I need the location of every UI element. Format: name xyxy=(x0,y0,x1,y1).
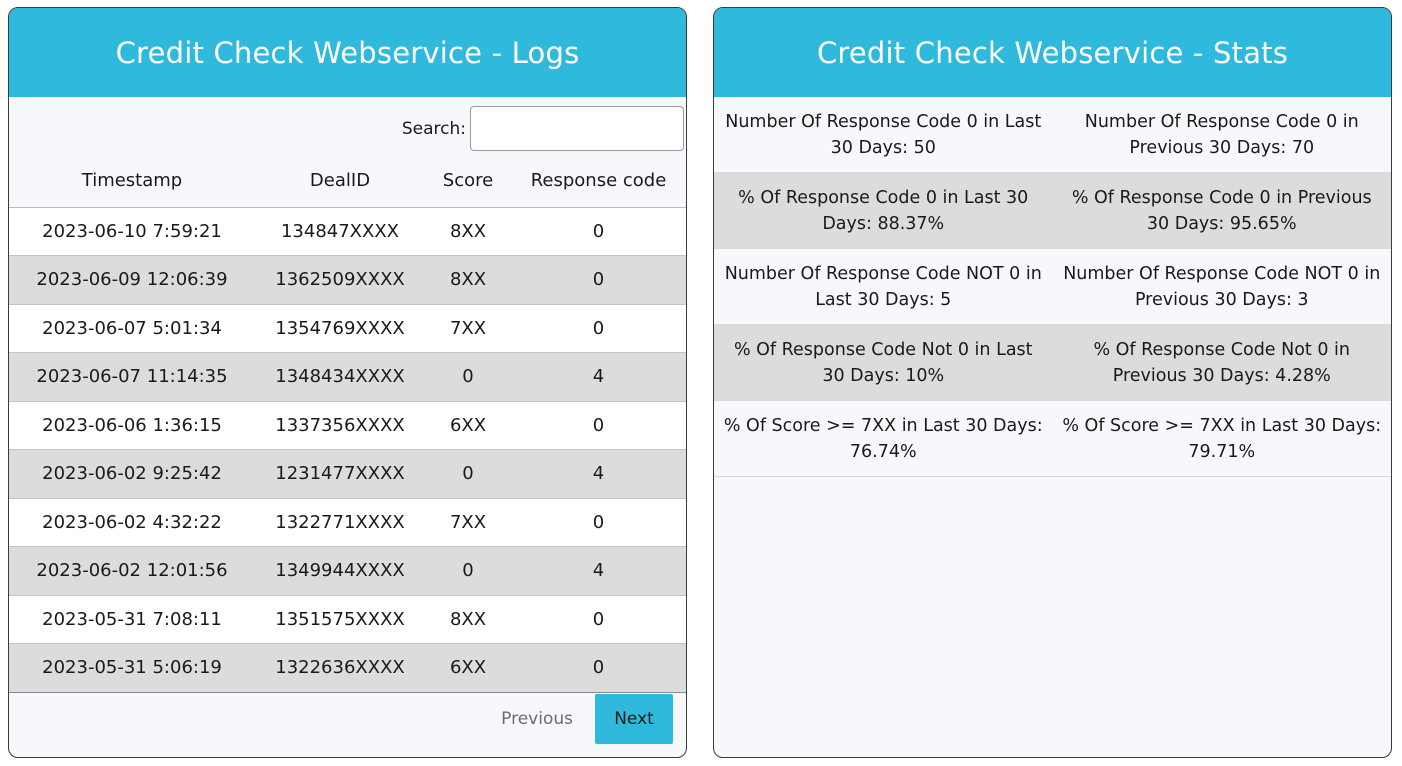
logs-table: Timestamp DealID Score Response code 202… xyxy=(9,159,686,693)
cell-score: 7XX xyxy=(425,304,511,353)
cell-score: 6XX xyxy=(425,643,511,693)
cell-dealid: 1362509XXXX xyxy=(255,255,425,305)
stat-pct-score-7xx-last-30-b: % Of Score >= 7XX in Last 30 Days: 79.71… xyxy=(1062,416,1382,462)
cell-score: 8XX xyxy=(425,595,511,644)
cell-timestamp: 2023-06-10 7:59:21 xyxy=(9,207,255,256)
cell-response-code: 0 xyxy=(511,643,686,693)
cell-response-code: 0 xyxy=(511,401,686,450)
previous-button[interactable]: Previous xyxy=(501,709,573,729)
stat-pct-score-7xx-last-30: % Of Score >= 7XX in Last 30 Days: 76.74… xyxy=(723,416,1043,462)
stats-row: Number Of Response Code NOT 0 in Last 30… xyxy=(714,249,1391,325)
cell-dealid: 1348434XXXX xyxy=(255,352,425,402)
cell-score: 6XX xyxy=(425,401,511,450)
table-row: 2023-06-07 5:01:34 1354769XXXX 7XX 0 xyxy=(9,304,686,353)
cell-response-code: 0 xyxy=(511,595,686,644)
cell-score: 0 xyxy=(425,449,511,499)
cell-score: 7XX xyxy=(425,498,511,547)
table-row: 2023-06-07 11:14:35 1348434XXXX 0 4 xyxy=(9,352,686,402)
cell-timestamp: 2023-06-02 4:32:22 xyxy=(9,498,255,547)
stat-pct-rc-not0-previous-30: % Of Response Code Not 0 in Previous 30 … xyxy=(1093,340,1351,386)
stat-pct-rc0-previous-30: % Of Response Code 0 in Previous 30 Days… xyxy=(1071,188,1372,234)
stats-row: % Of Response Code Not 0 in Last 30 Days… xyxy=(714,325,1391,401)
table-row: 2023-05-31 5:06:19 1322636XXXX 6XX 0 xyxy=(9,643,686,693)
logs-title: Credit Check Webservice - Logs xyxy=(9,8,686,97)
search-input[interactable] xyxy=(470,106,684,151)
cell-timestamp: 2023-06-07 11:14:35 xyxy=(9,352,255,402)
cell-dealid: 1349944XXXX xyxy=(255,546,425,596)
column-header-score[interactable]: Score xyxy=(425,159,511,208)
cell-response-code: 0 xyxy=(511,304,686,353)
stat-rc0-last-30: Number Of Response Code 0 in Last 30 Day… xyxy=(725,112,1042,158)
column-header-timestamp[interactable]: Timestamp xyxy=(9,159,255,208)
cell-dealid: 1351575XXXX xyxy=(255,595,425,644)
cell-score: 8XX xyxy=(425,255,511,305)
column-header-response-code[interactable]: Response code xyxy=(511,159,686,208)
stats-grid: Number Of Response Code 0 in Last 30 Day… xyxy=(714,97,1391,477)
stats-title: Credit Check Webservice - Stats xyxy=(714,8,1391,97)
cell-timestamp: 2023-05-31 7:08:11 xyxy=(9,595,255,644)
logs-panel: Credit Check Webservice - Logs Search: T… xyxy=(8,7,687,758)
cell-dealid: 1322636XXXX xyxy=(255,643,425,693)
pagination: Previous Next xyxy=(501,694,673,744)
table-row: 2023-06-06 1:36:15 1337356XXXX 6XX 0 xyxy=(9,401,686,450)
cell-response-code: 0 xyxy=(511,255,686,305)
cell-score: 8XX xyxy=(425,207,511,256)
cell-timestamp: 2023-05-31 5:06:19 xyxy=(9,643,255,693)
table-row: 2023-06-02 4:32:22 1322771XXXX 7XX 0 xyxy=(9,498,686,547)
cell-dealid: 1231477XXXX xyxy=(255,449,425,499)
stat-pct-rc-not0-last-30: % Of Response Code Not 0 in Last 30 Days… xyxy=(733,340,1033,386)
stat-rc0-previous-30: Number Of Response Code 0 in Previous 30… xyxy=(1084,112,1359,158)
table-row: 2023-06-09 12:06:39 1362509XXXX 8XX 0 xyxy=(9,255,686,305)
cell-response-code: 0 xyxy=(511,207,686,256)
stat-rc-not0-last-30: Number Of Response Code NOT 0 in Last 30… xyxy=(724,264,1042,310)
cell-dealid: 134847XXXX xyxy=(255,207,425,256)
table-header-row: Timestamp DealID Score Response code xyxy=(9,159,686,208)
cell-timestamp: 2023-06-06 1:36:15 xyxy=(9,401,255,450)
cell-timestamp: 2023-06-02 12:01:56 xyxy=(9,546,255,596)
table-row: 2023-05-31 7:08:11 1351575XXXX 8XX 0 xyxy=(9,595,686,644)
table-row: 2023-06-10 7:59:21 134847XXXX 8XX 0 xyxy=(9,207,686,256)
stats-row: % Of Score >= 7XX in Last 30 Days: 76.74… xyxy=(714,401,1391,477)
table-row: 2023-06-02 12:01:56 1349944XXXX 0 4 xyxy=(9,546,686,596)
column-header-dealid[interactable]: DealID xyxy=(255,159,425,208)
stats-panel: Credit Check Webservice - Stats Number O… xyxy=(713,7,1392,758)
cell-response-code: 4 xyxy=(511,352,686,402)
cell-timestamp: 2023-06-02 9:25:42 xyxy=(9,449,255,499)
cell-timestamp: 2023-06-09 12:06:39 xyxy=(9,255,255,305)
stats-row: % Of Response Code 0 in Last 30 Days: 88… xyxy=(714,173,1391,249)
next-button[interactable]: Next xyxy=(595,694,673,744)
cell-response-code: 4 xyxy=(511,449,686,499)
cell-dealid: 1354769XXXX xyxy=(255,304,425,353)
cell-response-code: 0 xyxy=(511,498,686,547)
stat-pct-rc0-last-30: % Of Response Code 0 in Last 30 Days: 88… xyxy=(738,188,1029,234)
cell-score: 0 xyxy=(425,352,511,402)
cell-timestamp: 2023-06-07 5:01:34 xyxy=(9,304,255,353)
stat-rc-not0-previous-30: Number Of Response Code NOT 0 in Previou… xyxy=(1063,264,1381,310)
search-label: Search: xyxy=(401,119,466,139)
cell-dealid: 1322771XXXX xyxy=(255,498,425,547)
cell-dealid: 1337356XXXX xyxy=(255,401,425,450)
cell-score: 0 xyxy=(425,546,511,596)
stats-row: Number Of Response Code 0 in Last 30 Day… xyxy=(714,97,1391,173)
search-row: Search: xyxy=(9,97,686,159)
table-row: 2023-06-02 9:25:42 1231477XXXX 0 4 xyxy=(9,449,686,499)
cell-response-code: 4 xyxy=(511,546,686,596)
